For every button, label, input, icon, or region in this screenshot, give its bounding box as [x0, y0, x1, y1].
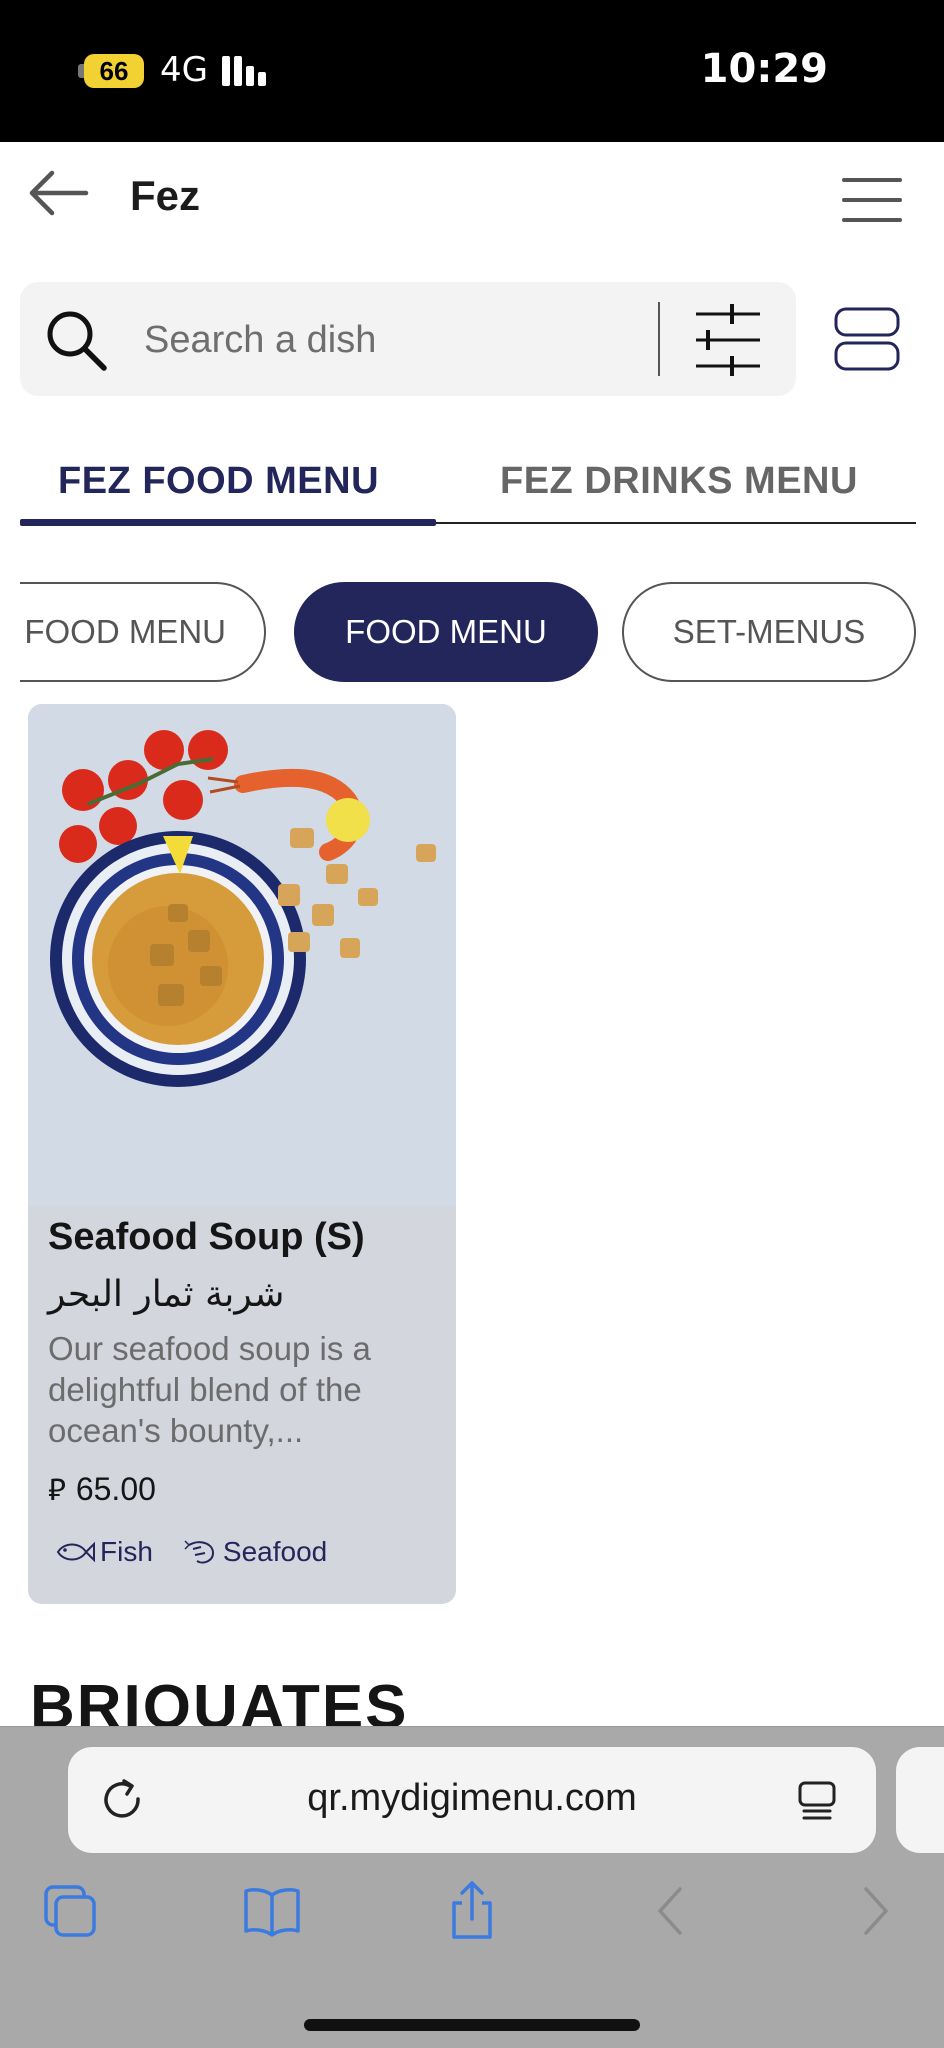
status-bar: 66 4G 10:29: [0, 0, 944, 142]
bookmarks-button[interactable]: [240, 1879, 304, 1943]
reader-mode-icon[interactable]: [794, 1777, 840, 1823]
url-text: qr.mydigimenu.com: [307, 1777, 637, 1819]
sliders-icon: [696, 304, 760, 376]
back-button[interactable]: [26, 168, 90, 218]
dish-name-arabic: شربة ثمار البحر: [48, 1274, 285, 1315]
dish-tags: Fish Seafood: [54, 1536, 357, 1568]
active-tab-indicator: [20, 519, 436, 526]
filter-button[interactable]: [688, 302, 768, 378]
category-chips: FOOD MENU FOOD MENU SET-MENUS: [20, 580, 924, 684]
page-title: Fez: [130, 172, 201, 219]
arrow-left-icon: [29, 170, 89, 216]
menu-tabs: FEZ FOOD MENU FEZ DRINKS MENU: [20, 440, 916, 526]
chip-food-menu-active[interactable]: FOOD MENU: [294, 582, 598, 682]
list-layout-icon: [834, 307, 900, 371]
tabs-icon: [44, 1885, 96, 1937]
hamburger-icon: [842, 178, 902, 182]
clock: 10:29: [700, 46, 828, 92]
chevron-right-icon: [864, 1887, 888, 1935]
dish-description: Our seafood soup is a delightful blend o…: [48, 1330, 371, 1449]
tag-label: Seafood: [222, 1536, 328, 1567]
dish-card[interactable]: Seafood Soup (S) شربة ثمار البحر Our sea…: [28, 704, 456, 1604]
tabs-button[interactable]: [38, 1879, 102, 1943]
app-header: Fez: [0, 142, 944, 268]
saudi-riyal-icon: ⃁: [48, 1473, 66, 1508]
search-input[interactable]: [144, 312, 644, 368]
dish-price: 65.00: [75, 1471, 156, 1507]
search-divider: [658, 302, 660, 376]
dish-name: Seafood Soup (S): [48, 1216, 365, 1258]
chip-food-menu-partial[interactable]: FOOD MENU: [20, 582, 266, 682]
search-icon: [47, 311, 107, 371]
share-button[interactable]: [440, 1879, 504, 1943]
back-nav-button[interactable]: [640, 1879, 704, 1943]
chip-set-menus[interactable]: SET-MENUS: [622, 582, 916, 682]
shrimp-icon: [184, 1540, 214, 1564]
battery-indicator: 66: [84, 54, 144, 88]
hamburger-menu-button[interactable]: [842, 178, 902, 222]
dish-image: [28, 704, 456, 1206]
layout-toggle-button[interactable]: [834, 306, 900, 372]
network-type: 4G: [160, 50, 208, 90]
share-icon: [452, 1881, 492, 1939]
tab-drinks-menu[interactable]: FEZ DRINKS MENU: [500, 460, 858, 503]
signal-icon: [222, 52, 272, 86]
next-tab-peek[interactable]: [896, 1747, 944, 1853]
tag-seafood: Seafood: [183, 1536, 327, 1568]
dish-price-row: ⃁ 65.00: [48, 1470, 156, 1509]
search-bar: [20, 282, 796, 396]
tab-food-menu[interactable]: FEZ FOOD MENU: [58, 460, 379, 503]
browser-toolbar: qr.mydigimenu.com: [0, 1726, 944, 2048]
tag-fish: Fish: [54, 1536, 153, 1568]
forward-nav-button[interactable]: [842, 1879, 906, 1943]
tag-label: Fish: [100, 1536, 153, 1567]
book-icon: [244, 1888, 300, 1937]
chevron-left-icon: [658, 1887, 682, 1935]
address-bar[interactable]: qr.mydigimenu.com: [68, 1747, 876, 1853]
fish-icon: [56, 1541, 95, 1563]
home-indicator: [304, 2019, 640, 2031]
